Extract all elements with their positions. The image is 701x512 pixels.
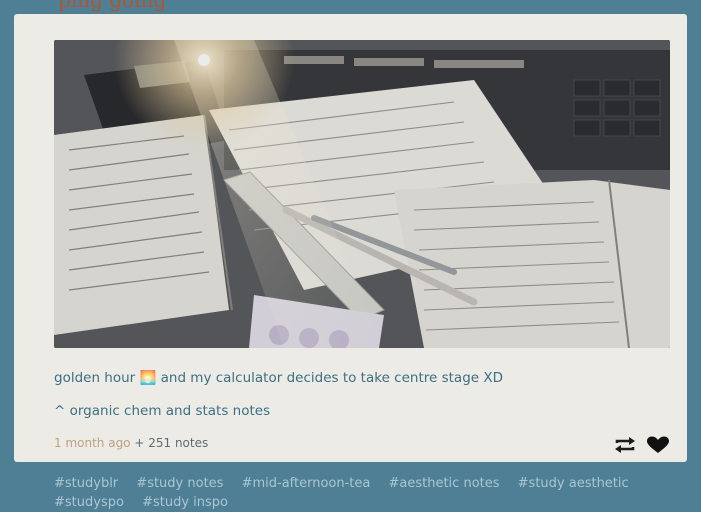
tag-study-aesthetic[interactable]: #study aesthetic [518,476,629,491]
photo-illustration [54,40,670,348]
tag-list: #studyblr #study notes #mid-afternoon-te… [54,474,654,512]
tag-mid-afternoon-tea[interactable]: #mid-afternoon-tea [242,476,371,491]
page-header: ping going [0,0,701,14]
reblog-icon[interactable] [614,436,636,454]
tag-study-notes[interactable]: #study notes [136,476,223,491]
tag-studyblr[interactable]: #studyblr [54,476,118,491]
post-card: golden hour 🌅 and my calculator decides … [14,14,687,462]
post-caption-sub: ^ organic chem and stats notes [54,403,271,419]
tag-aesthetic-notes[interactable]: #aesthetic notes [389,476,500,491]
blog-title[interactable]: ping going [58,0,166,12]
post-caption: golden hour 🌅 and my calculator decides … [54,370,504,386]
post-meta: 1 month ago + 251 notes [54,436,208,450]
notes-count[interactable]: + 251 notes [134,436,208,450]
tag-studyspo[interactable]: #studyspo [54,495,124,510]
post-time[interactable]: 1 month ago [54,436,131,450]
heart-icon[interactable] [646,436,670,454]
tag-study-inspo[interactable]: #study inspo [142,495,228,510]
post-photo[interactable] [54,40,670,348]
